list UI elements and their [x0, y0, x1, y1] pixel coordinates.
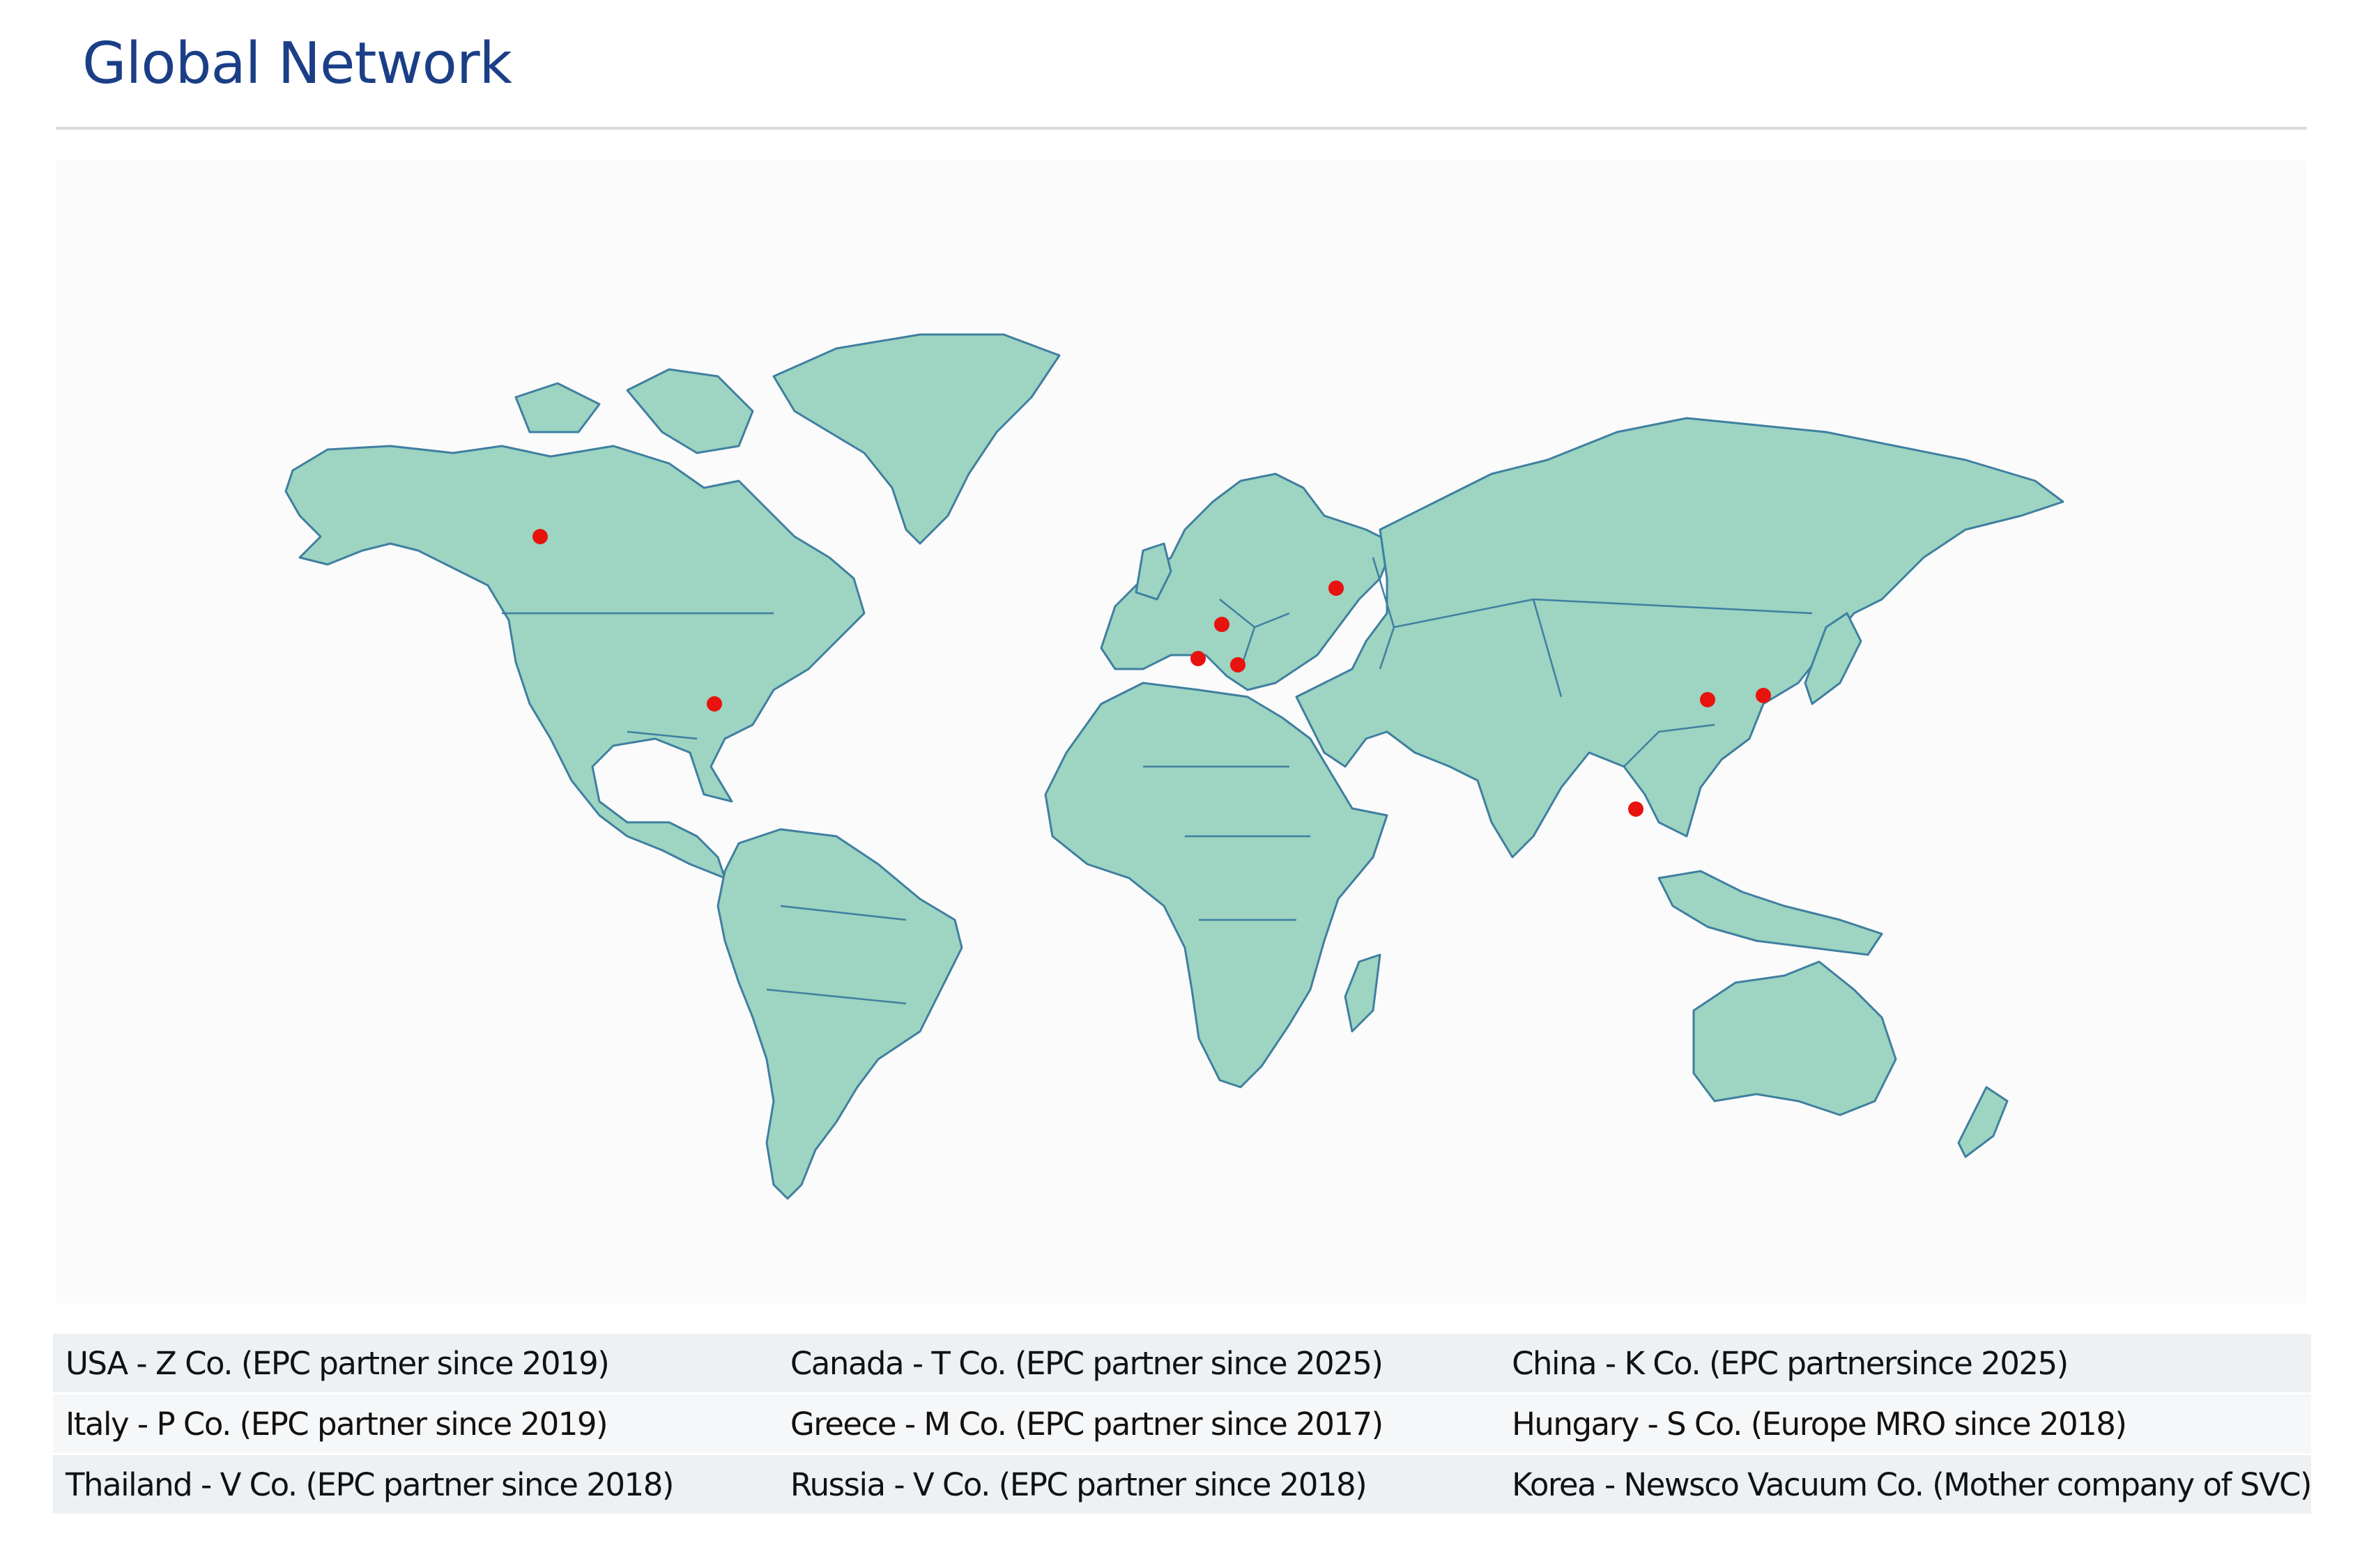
- marker-hungary: [1214, 617, 1229, 632]
- table-row: Italy - P Co. (EPC partner since 2019) G…: [53, 1393, 2311, 1455]
- madagascar-island: [1344, 953, 1381, 1033]
- marker-thailand: [1628, 801, 1643, 817]
- partner-table: USA - Z Co. (EPC partner since 2019) Can…: [53, 1334, 2312, 1516]
- marker-canada: [532, 529, 548, 544]
- world-map: [56, 160, 2307, 1303]
- marker-china: [1700, 692, 1715, 707]
- partner-cell: USA - Z Co. (EPC partner since 2019): [53, 1334, 778, 1394]
- marker-greece: [1230, 657, 1246, 672]
- hudson-bay-islands: [626, 368, 754, 454]
- partner-cell: Italy - P Co. (EPC partner since 2019): [53, 1393, 778, 1455]
- table-row: Thailand - V Co. (EPC partner since 2018…: [53, 1454, 2312, 1516]
- page-title: Global Network: [82, 31, 512, 97]
- partner-cell: China - K Co. (EPC partnersince 2025): [1499, 1334, 2311, 1394]
- title-divider: [56, 127, 2307, 130]
- table-row: USA - Z Co. (EPC partner since 2019) Can…: [53, 1334, 2311, 1394]
- greenland-landmass: [772, 333, 1061, 545]
- partner-cell: Russia - V Co. (EPC partner since 2018): [777, 1454, 1500, 1516]
- marker-usa: [707, 696, 722, 712]
- australia-landmass: [1692, 960, 1897, 1116]
- southeast-asia-islands: [1657, 870, 1883, 956]
- marker-italy: [1190, 651, 1206, 666]
- partner-cell: Thailand - V Co. (EPC partner since 2018…: [53, 1454, 778, 1516]
- marker-russia: [1328, 581, 1344, 596]
- north-america-landmass: [284, 445, 866, 879]
- world-map-svg: [284, 333, 2064, 1200]
- arctic-islands: [514, 382, 601, 433]
- partner-cell: Korea - Newsco Vacuum Co. (Mother compan…: [1499, 1454, 2312, 1516]
- new-zealand-islands: [1957, 1086, 2009, 1158]
- south-america-landmass: [716, 828, 963, 1200]
- partner-cell: Hungary - S Co. (Europe MRO since 2018): [1499, 1393, 2311, 1455]
- asia-landmass: [1295, 417, 2064, 859]
- partner-cell: Greece - M Co. (EPC partner since 2017): [777, 1393, 1500, 1455]
- marker-korea: [1756, 688, 1771, 703]
- partner-cell: Canada - T Co. (EPC partner since 2025): [777, 1334, 1500, 1394]
